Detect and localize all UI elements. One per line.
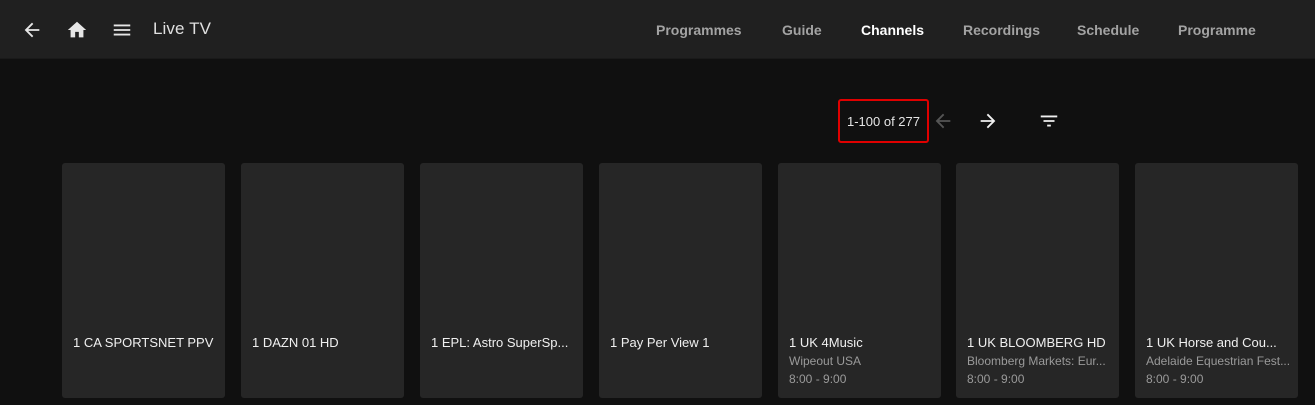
program-time: 8:00 - 9:00 — [967, 372, 1025, 386]
program-time: 8:00 - 9:00 — [1146, 372, 1204, 386]
paging-toolbar: 1-100 of 277 — [0, 99, 1315, 143]
tab-recordings[interactable]: Recordings — [963, 22, 1040, 38]
previous-page-button[interactable] — [931, 109, 955, 133]
program-time: 8:00 - 9:00 — [789, 372, 847, 386]
filter-button[interactable] — [1037, 109, 1061, 133]
channel-card[interactable]: 1 DAZN 01 HD — [241, 163, 404, 398]
current-program: Wipeout USA — [789, 354, 862, 368]
channel-card[interactable]: 1 EPL: Astro SuperSp... — [420, 163, 583, 398]
arrow-left-icon — [935, 113, 951, 129]
tab-programmes[interactable]: Programmes — [656, 22, 742, 38]
nav-tabs: Programmes Guide Channels Recordings Sch… — [0, 22, 1315, 42]
channel-card[interactable]: 1 CA SPORTSNET PPV — [62, 163, 225, 398]
channel-name: 1 UK BLOOMBERG HD — [967, 335, 1106, 350]
next-page-button[interactable] — [976, 109, 1000, 133]
tab-schedule[interactable]: Schedule — [1077, 22, 1139, 38]
arrow-right-icon — [980, 113, 996, 129]
current-program: Bloomberg Markets: Eur... — [967, 354, 1106, 368]
channel-card[interactable]: 1 UK Horse and Cou... Adelaide Equestria… — [1135, 163, 1298, 398]
channel-card[interactable]: 1 UK BLOOMBERG HD Bloomberg Markets: Eur… — [956, 163, 1119, 398]
current-program: Adelaide Equestrian Fest... — [1146, 354, 1291, 368]
channel-card[interactable]: 1 UK 4Music Wipeout USA 8:00 - 9:00 — [778, 163, 941, 398]
channel-name: 1 UK Horse and Cou... — [1146, 335, 1277, 350]
tab-guide[interactable]: Guide — [782, 22, 822, 38]
channel-card[interactable]: 1 Pay Per View 1 — [599, 163, 762, 398]
channel-name: 1 Pay Per View 1 — [610, 335, 710, 350]
channel-name: 1 DAZN 01 HD — [252, 335, 339, 350]
channel-name: 1 EPL: Astro SuperSp... — [431, 335, 569, 350]
tab-channels[interactable]: Channels — [861, 22, 924, 38]
channel-name: 1 UK 4Music — [789, 335, 863, 350]
paging-range: 1-100 of 277 — [838, 99, 929, 143]
app-header: Live TV Programmes Guide Channels Record… — [0, 0, 1315, 59]
tab-programme[interactable]: Programme — [1178, 22, 1256, 38]
channel-name: 1 CA SPORTSNET PPV — [73, 335, 214, 350]
channel-grid: 1 CA SPORTSNET PPV 1 DAZN 01 HD 1 EPL: A… — [0, 163, 1315, 405]
filter-icon — [1040, 115, 1058, 127]
